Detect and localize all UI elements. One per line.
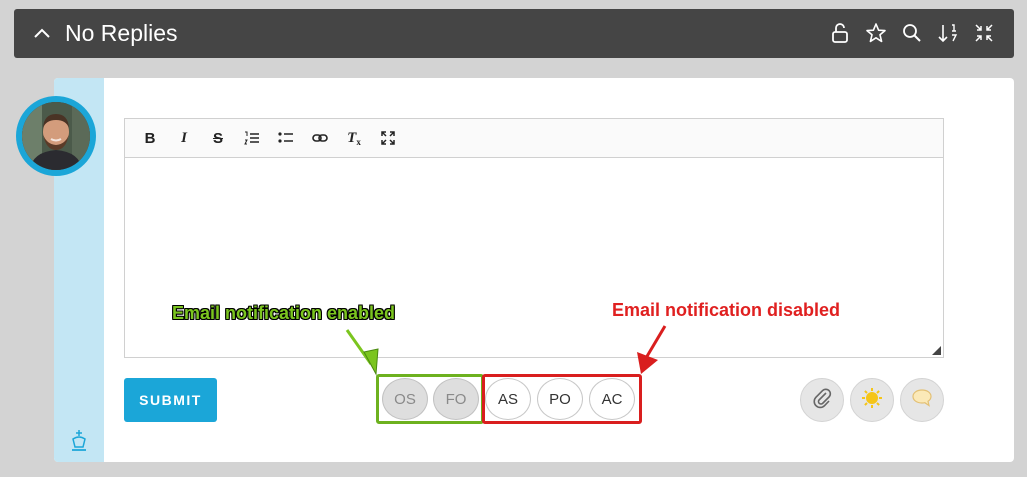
collapse-icon[interactable]: [972, 21, 996, 45]
header-toolbar: [828, 21, 996, 45]
avatar[interactable]: [16, 96, 96, 176]
participant-ac[interactable]: AC: [589, 378, 635, 420]
sun-icon: [860, 386, 884, 415]
participant-as[interactable]: AS: [485, 378, 531, 420]
bold-button[interactable]: B: [133, 124, 167, 152]
attachment-button[interactable]: [800, 378, 844, 422]
search-icon[interactable]: [900, 21, 924, 45]
avatar-photo: [22, 102, 90, 170]
star-icon[interactable]: [864, 21, 888, 45]
clear-format-label: T: [347, 129, 357, 146]
strikethrough-button[interactable]: S: [201, 124, 235, 152]
chess-king-icon[interactable]: [68, 428, 90, 454]
bullet-list-icon[interactable]: [269, 124, 303, 152]
participant-os[interactable]: OS: [382, 378, 428, 420]
topic-header: No Replies: [14, 9, 1014, 58]
participant-po[interactable]: PO: [537, 378, 583, 420]
clear-format-button[interactable]: Tx: [337, 124, 371, 152]
fullscreen-icon[interactable]: [371, 124, 405, 152]
numbered-list-icon[interactable]: [235, 124, 269, 152]
annotation-disabled: Email notification disabled: [612, 300, 841, 320]
sun-button[interactable]: [850, 378, 894, 422]
reply-textarea[interactable]: [125, 158, 943, 357]
comment-button[interactable]: [900, 378, 944, 422]
resize-handle[interactable]: [932, 346, 941, 355]
lock-icon[interactable]: [828, 21, 852, 45]
editor-toolbar: B I S Tx: [125, 119, 943, 158]
sort-icon[interactable]: [936, 21, 960, 45]
annotation-enabled: Email notification enabled: [172, 303, 396, 323]
attachment-icon: [812, 387, 832, 414]
topic-title: No Replies: [65, 20, 178, 46]
submit-button[interactable]: SUBMIT: [124, 378, 217, 422]
chevron-up-icon[interactable]: [32, 22, 52, 44]
italic-button[interactable]: I: [167, 124, 201, 152]
clear-format-x: x: [356, 137, 361, 147]
participant-fo[interactable]: FO: [433, 378, 479, 420]
link-icon[interactable]: [303, 124, 337, 152]
speech-bubble-icon: [911, 388, 933, 413]
